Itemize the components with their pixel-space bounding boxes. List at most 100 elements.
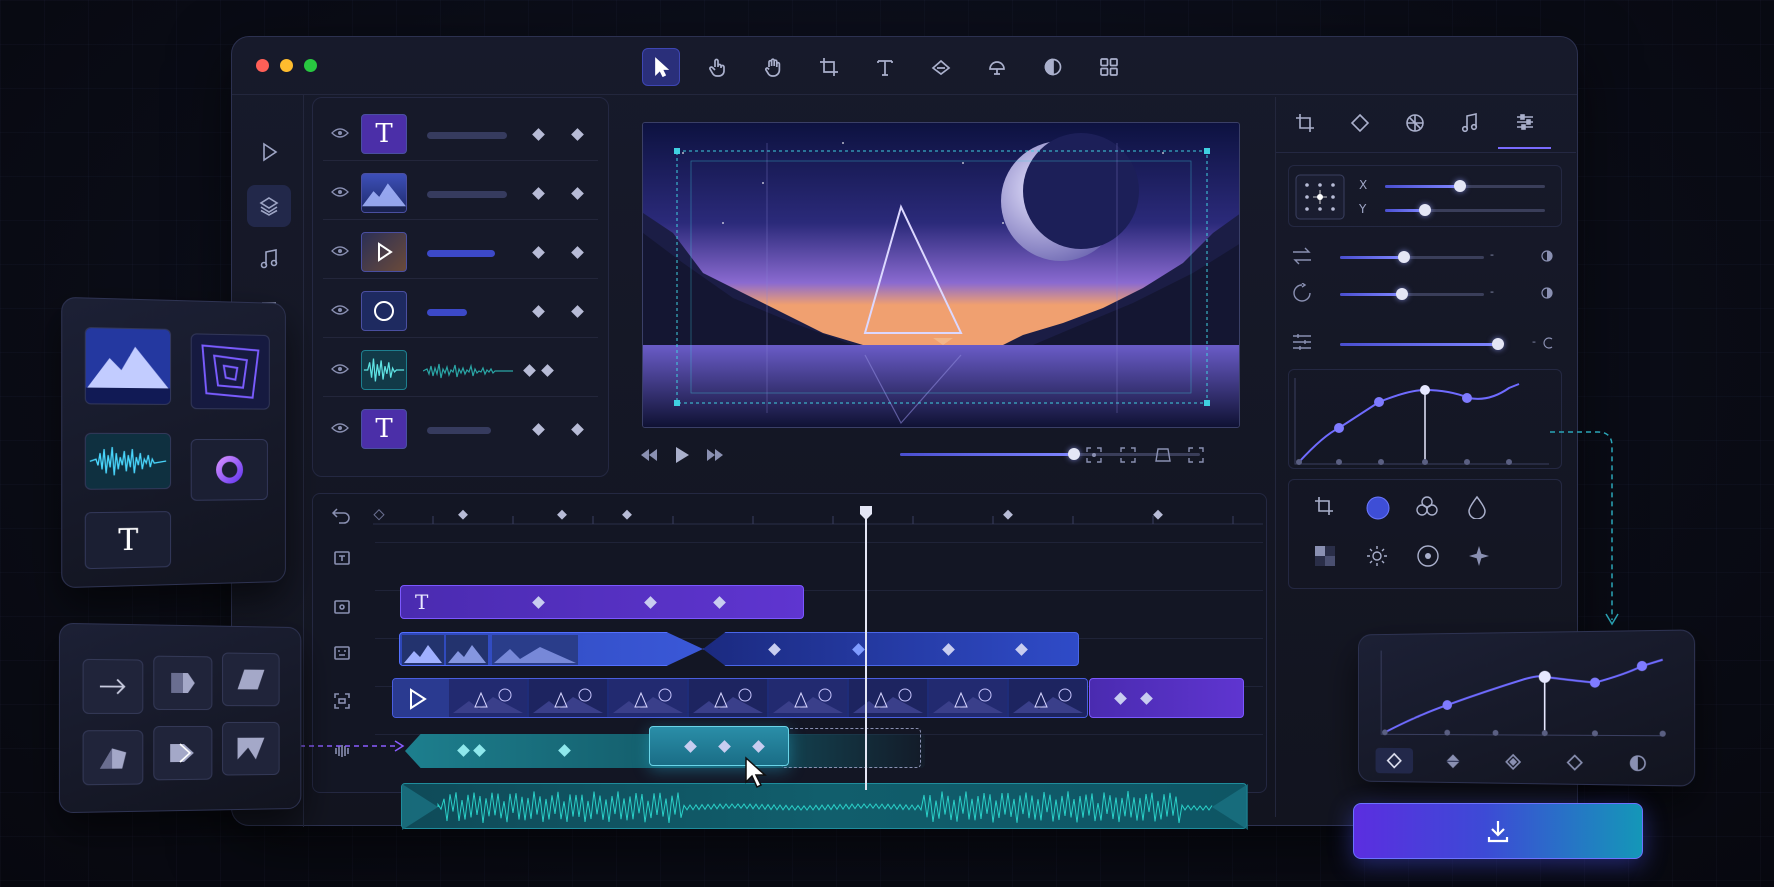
fullscreen-icon[interactable] (1188, 447, 1204, 463)
scrubber-knob[interactable] (1068, 448, 1080, 460)
asset-audio-waveform[interactable] (84, 432, 172, 490)
transition-fold[interactable] (222, 721, 280, 776)
image-clip-2[interactable] (703, 632, 1079, 666)
keyframe-marker[interactable] (532, 305, 545, 318)
clip-keyframe[interactable] (1140, 692, 1153, 705)
keyframe-marker[interactable] (571, 187, 584, 200)
slider-knob[interactable] (1492, 338, 1504, 350)
shape-tool-button[interactable] (978, 48, 1016, 86)
video-clip-2[interactable] (1089, 678, 1244, 718)
video-track-icon[interactable] (329, 643, 355, 663)
playhead[interactable] (865, 508, 867, 790)
keyframe-marker[interactable] (523, 364, 536, 377)
eye-icon[interactable] (331, 186, 349, 198)
transition-track-icon[interactable] (329, 691, 355, 711)
transition-slide[interactable] (82, 658, 144, 714)
rewind-icon[interactable] (640, 447, 658, 463)
grid-tool-button[interactable] (1090, 48, 1128, 86)
fit-icon[interactable] (1120, 447, 1136, 463)
sidebar-item-music[interactable] (247, 238, 291, 280)
mask-square-icon[interactable] (1313, 544, 1337, 568)
transition-wipe[interactable] (82, 730, 144, 786)
crop-icon[interactable] (1313, 495, 1335, 517)
layer-row[interactable] (323, 345, 598, 397)
audio-clip[interactable] (401, 783, 1248, 830)
anchor-grid-icon[interactable] (1295, 174, 1345, 220)
close-window-button[interactable] (256, 59, 269, 72)
asset-text[interactable]: T (84, 511, 172, 570)
clip-keyframe[interactable] (942, 643, 955, 656)
clip-keyframe[interactable] (752, 740, 765, 753)
curve-graph[interactable] (1288, 369, 1562, 469)
x-slider-knob[interactable] (1454, 180, 1466, 192)
clip-keyframe[interactable] (1114, 692, 1127, 705)
safe-area-icon[interactable] (1154, 447, 1172, 463)
crop-tool-button[interactable] (810, 48, 848, 86)
slider-knob[interactable] (1398, 251, 1410, 263)
select-tool-button[interactable] (642, 48, 680, 86)
keyframe-marker[interactable] (532, 187, 545, 200)
y-slider[interactable] (1385, 204, 1545, 216)
layer-row[interactable] (323, 227, 598, 279)
keyframe-marker[interactable] (532, 423, 545, 436)
maximize-window-button[interactable] (304, 59, 317, 72)
transition-skew[interactable] (222, 652, 280, 707)
grab-tool-button[interactable] (754, 48, 792, 86)
play-icon[interactable] (674, 446, 690, 464)
sparkle-icon[interactable] (1365, 544, 1389, 568)
transition-push[interactable] (153, 725, 213, 781)
tab-keyframes[interactable] (1333, 97, 1386, 149)
clip-keyframe[interactable] (684, 740, 697, 753)
keyframe-marker[interactable] (571, 423, 584, 436)
export-button[interactable] (1353, 803, 1643, 859)
hold-keyframe-icon[interactable] (1555, 749, 1595, 776)
sidebar-item-play[interactable] (247, 131, 291, 173)
eye-icon[interactable] (331, 127, 349, 139)
eye-icon[interactable] (331, 363, 349, 375)
minimize-window-button[interactable] (280, 59, 293, 72)
sharpen-icon[interactable] (1467, 544, 1491, 568)
playhead-handle[interactable] (858, 505, 874, 521)
ease-in-keyframe-icon[interactable] (1434, 748, 1472, 774)
adjust-slider[interactable] (1340, 338, 1504, 350)
clip-keyframe[interactable] (718, 740, 731, 753)
adjust-slider[interactable] (1340, 288, 1484, 300)
asset-tunnel-graphic[interactable] (190, 333, 270, 410)
adjust-slider[interactable] (1340, 251, 1484, 263)
graph-editor-curve[interactable] (1372, 641, 1677, 744)
color-tool-button[interactable] (1034, 48, 1072, 86)
x-slider[interactable] (1385, 180, 1545, 192)
tab-color[interactable] (1388, 97, 1441, 149)
blend-icon[interactable] (1415, 495, 1439, 517)
layer-row[interactable]: T (323, 404, 598, 456)
keyframe-marker[interactable] (571, 128, 584, 141)
tab-audio[interactable] (1443, 97, 1496, 149)
tab-crop[interactable] (1278, 97, 1331, 149)
text-track-icon[interactable] (329, 548, 355, 568)
keyframe-marker[interactable] (532, 128, 545, 141)
undo-icon[interactable] (331, 506, 351, 524)
layer-row[interactable]: T (323, 109, 598, 161)
fast-forward-icon[interactable] (706, 447, 724, 463)
keyframe-marker[interactable] (532, 246, 545, 259)
transition-cube[interactable] (153, 655, 213, 711)
clip-keyframe[interactable] (852, 643, 865, 656)
video-clip[interactable] (392, 678, 1088, 718)
slider-knob[interactable] (1396, 288, 1408, 300)
ease-out-keyframe-icon[interactable] (1494, 749, 1533, 775)
keyframe-marker[interactable] (571, 305, 584, 318)
asset-ring-shape[interactable] (190, 439, 268, 501)
layer-row[interactable] (323, 168, 598, 220)
clip-keyframe[interactable] (558, 744, 571, 757)
vignette-icon[interactable] (1416, 544, 1440, 568)
layer-row[interactable] (323, 286, 598, 338)
eye-icon[interactable] (331, 245, 349, 257)
reset-icon[interactable] (1542, 336, 1554, 350)
clip-keyframe[interactable] (473, 744, 486, 757)
preview-canvas[interactable] (642, 122, 1240, 428)
auto-keyframe-icon[interactable] (1617, 750, 1658, 777)
eye-icon[interactable] (331, 304, 349, 316)
clip-keyframe[interactable] (532, 596, 545, 609)
clip-keyframe[interactable] (1015, 643, 1028, 656)
clip-keyframe[interactable] (644, 596, 657, 609)
